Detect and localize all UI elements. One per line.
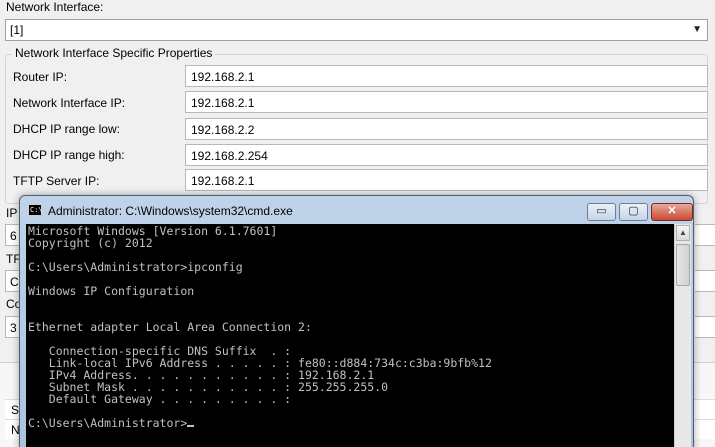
chevron-down-icon[interactable]: ▼ bbox=[692, 24, 702, 35]
hidden-row-3-input-edge[interactable] bbox=[695, 316, 715, 338]
close-button[interactable]: ✕ bbox=[651, 203, 693, 221]
cmd-console[interactable]: Microsoft Windows [Version 6.1.7601] Copy… bbox=[26, 224, 674, 447]
router-ip-input[interactable]: 192.168.2.1 bbox=[185, 65, 708, 87]
bottom-row-1-text: S bbox=[11, 403, 20, 417]
dhcp-range-high-input[interactable]: 192.168.2.254 bbox=[185, 144, 708, 166]
cmd-titlebar[interactable]: C:\ Administrator: C:\Windows\system32\c… bbox=[20, 196, 693, 224]
cmd-line: Ethernet adapter Local Area Connection 2… bbox=[28, 320, 312, 334]
cmd-app-icon[interactable]: C:\ bbox=[28, 204, 43, 216]
cmd-line: C:\Users\Administrator>ipconfig bbox=[28, 260, 243, 274]
dhcp-range-low-input[interactable]: 192.168.2.2 bbox=[185, 118, 708, 140]
hidden-row-2-input-edge[interactable] bbox=[695, 270, 715, 292]
router-ip-label: Router IP: bbox=[13, 70, 68, 84]
network-interface-label: Network Interface: bbox=[6, 0, 104, 14]
specific-properties-title: Network Interface Specific Properties bbox=[12, 46, 216, 60]
network-interface-select[interactable]: [1] ▼ bbox=[5, 19, 708, 41]
hidden-row-1-input-edge[interactable] bbox=[695, 224, 715, 246]
scroll-thumb[interactable] bbox=[676, 244, 690, 286]
network-interface-ip-label: Network Interface IP: bbox=[13, 96, 126, 110]
cmd-line: C:\Users\Administrator> bbox=[28, 417, 672, 429]
network-interface-selected-value: [1] bbox=[10, 23, 24, 37]
minimize-button[interactable]: ▭ bbox=[587, 203, 616, 221]
cmd-line: Default Gateway . . . . . . . . . : bbox=[28, 392, 292, 406]
maximize-icon: ▢ bbox=[628, 205, 639, 217]
maximize-button[interactable]: ▢ bbox=[619, 203, 648, 221]
cmd-line: Copyright (c) 2012 bbox=[28, 236, 153, 250]
cmd-line: Windows IP Configuration bbox=[28, 284, 195, 298]
cmd-cursor bbox=[187, 425, 195, 427]
tftp-server-ip-input[interactable]: 192.168.2.1 bbox=[185, 169, 708, 191]
dhcp-range-high-label: DHCP IP range high: bbox=[13, 148, 125, 162]
close-icon: ✕ bbox=[667, 205, 677, 217]
minimize-icon: ▭ bbox=[596, 205, 607, 217]
cmd-window-title: Administrator: C:\Windows\system32\cmd.e… bbox=[48, 204, 293, 218]
cmd-scrollbar[interactable]: ▲ bbox=[674, 224, 691, 447]
cmd-output: Microsoft Windows [Version 6.1.7601] Copy… bbox=[26, 224, 674, 430]
network-interface-ip-input[interactable]: 192.168.2.1 bbox=[185, 91, 708, 113]
scroll-up-icon[interactable]: ▲ bbox=[676, 225, 690, 241]
dhcp-range-low-label: DHCP IP range low: bbox=[13, 122, 120, 136]
cmd-window[interactable]: C:\ Administrator: C:\Windows\system32\c… bbox=[19, 195, 694, 447]
tftp-server-ip-label: TFTP Server IP: bbox=[13, 174, 100, 188]
cmd-line bbox=[28, 297, 672, 309]
hidden-row-1-label: IP bbox=[6, 206, 18, 220]
